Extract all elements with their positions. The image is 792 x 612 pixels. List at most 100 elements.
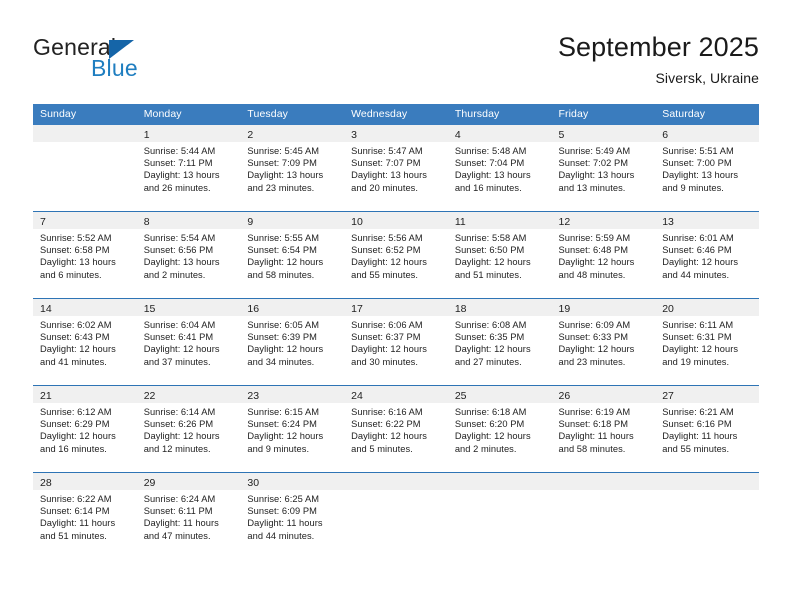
calendar-day-cell[interactable]: 17 Sunrise: 6:06 AM Sunset: 6:37 PM Dayligh… xyxy=(344,299,448,385)
day-number: 1 xyxy=(143,129,150,141)
calendar-day-cell[interactable]: 30 Sunrise: 6:25 AM Sunset: 6:09 PM Dayligh… xyxy=(240,473,345,559)
day-number: 15 xyxy=(143,303,156,315)
daylight-duration-line1: Daylight: 12 hours xyxy=(247,344,324,355)
calendar-day-cell[interactable]: 28 Sunrise: 6:22 AM Sunset: 6:14 PM Dayligh… xyxy=(33,473,137,559)
day-details: Sunrise: 5:59 AM Sunset: 6:48 PM Daylight:… xyxy=(552,229,656,281)
brand-logo[interactable]: General Blue xyxy=(33,34,273,90)
calendar-day-cell[interactable]: 10 Sunrise: 5:56 AM Sunset: 6:52 PM Dayligh… xyxy=(344,212,448,298)
daylight-duration-line2: and 16 minutes. xyxy=(40,443,107,454)
calendar-week-row: 28 Sunrise: 6:22 AM Sunset: 6:14 PM Dayligh… xyxy=(33,472,759,559)
daylight-duration-line2: and 51 minutes. xyxy=(40,530,107,541)
daylight-duration-line1: Daylight: 12 hours xyxy=(454,257,531,268)
calendar-day-cell[interactable]: 20 Sunrise: 6:11 AM Sunset: 6:31 PM Dayligh… xyxy=(655,299,759,385)
day-number-band: 28 xyxy=(33,473,137,490)
page-title: September 2025 xyxy=(557,32,759,62)
calendar-day-cell[interactable]: 3 Sunrise: 5:47 AM Sunset: 7:07 PM Daylight… xyxy=(344,125,448,211)
calendar-day-cell[interactable]: 27 Sunrise: 6:21 AM Sunset: 6:16 PM Dayligh… xyxy=(655,386,759,472)
calendar-day-cell[interactable]: 23 Sunrise: 6:15 AM Sunset: 6:24 PM Dayligh… xyxy=(240,386,345,472)
day-header-monday: Monday xyxy=(143,108,182,120)
calendar-day-cell[interactable]: 24 Sunrise: 6:16 AM Sunset: 6:22 PM Dayligh… xyxy=(344,386,448,472)
day-header-tuesday: Tuesday xyxy=(247,108,288,120)
sunrise-time: Sunrise: 6:08 AM xyxy=(454,320,527,330)
calendar-week-row: 7 Sunrise: 5:52 AM Sunset: 6:58 PM Daylight… xyxy=(33,211,759,298)
calendar-day-cell[interactable]: 29 Sunrise: 6:24 AM Sunset: 6:11 PM Dayligh… xyxy=(136,473,241,559)
daylight-duration-line2: and 41 minutes. xyxy=(40,356,107,367)
sunrise-time: Sunrise: 6:01 AM xyxy=(662,233,734,243)
day-details: Sunrise: 5:47 AM Sunset: 7:07 PM Daylight:… xyxy=(344,142,448,194)
daylight-duration-line1: Daylight: 13 hours xyxy=(247,170,324,181)
sunrise-time: Sunrise: 6:18 AM xyxy=(454,407,527,417)
calendar-day-cell[interactable]: 5 Sunrise: 5:49 AM Sunset: 7:02 PM Daylight… xyxy=(551,125,656,211)
daylight-duration-line2: and 23 minutes. xyxy=(558,356,626,367)
daylight-duration-line2: and 34 minutes. xyxy=(247,356,315,367)
calendar-day-cell[interactable]: 16 Sunrise: 6:05 AM Sunset: 6:39 PM Dayligh… xyxy=(240,299,345,385)
calendar-day-cell[interactable]: 12 Sunrise: 5:59 AM Sunset: 6:48 PM Dayligh… xyxy=(551,212,656,298)
calendar-day-cell[interactable]: 18 Sunrise: 6:08 AM Sunset: 6:35 PM Dayligh… xyxy=(447,299,552,385)
calendar-day-cell[interactable]: 6 Sunrise: 5:51 AM Sunset: 7:00 PM Daylight… xyxy=(655,125,759,211)
day-number-band: 8 xyxy=(136,212,241,229)
day-details: Sunrise: 5:55 AM Sunset: 6:54 PM Daylight:… xyxy=(240,229,344,281)
sunset-time: Sunset: 6:18 PM xyxy=(558,419,628,430)
day-number-band xyxy=(447,473,552,490)
calendar-day-cell[interactable]: 4 Sunrise: 5:48 AM Sunset: 7:04 PM Daylight… xyxy=(447,125,552,211)
sunrise-time: Sunrise: 6:16 AM xyxy=(351,407,423,417)
calendar-week-row: 21 Sunrise: 6:12 AM Sunset: 6:29 PM Dayligh… xyxy=(33,385,759,472)
day-number: 22 xyxy=(143,390,156,402)
calendar-day-cell[interactable]: 1 Sunrise: 5:44 AM Sunset: 7:11 PM Daylight… xyxy=(136,125,241,211)
day-number-band: 4 xyxy=(447,125,552,142)
daylight-duration-line1: Daylight: 13 hours xyxy=(454,170,531,181)
calendar-day-cell[interactable]: 8 Sunrise: 5:54 AM Sunset: 6:56 PM Daylight… xyxy=(136,212,241,298)
calendar-day-cell[interactable]: 13 Sunrise: 6:01 AM Sunset: 6:46 PM Dayligh… xyxy=(655,212,759,298)
daylight-duration-line1: Daylight: 12 hours xyxy=(351,344,427,355)
location-subtitle: Siversk, Ukraine xyxy=(655,70,759,86)
sunrise-time: Sunrise: 5:55 AM xyxy=(247,233,320,243)
calendar-day-cell[interactable]: 22 Sunrise: 6:14 AM Sunset: 6:26 PM Dayligh… xyxy=(136,386,241,472)
daylight-duration-line1: Daylight: 13 hours xyxy=(558,170,635,181)
calendar-day-cell[interactable]: 11 Sunrise: 5:58 AM Sunset: 6:50 PM Dayligh… xyxy=(447,212,552,298)
day-number-band: 21 xyxy=(33,386,137,403)
calendar-day-cell[interactable]: 19 Sunrise: 6:09 AM Sunset: 6:33 PM Dayligh… xyxy=(551,299,656,385)
day-details: Sunrise: 6:22 AM Sunset: 6:14 PM Daylight:… xyxy=(33,490,137,542)
sunset-time: Sunset: 6:26 PM xyxy=(143,419,214,430)
day-details: Sunrise: 5:52 AM Sunset: 6:58 PM Daylight:… xyxy=(33,229,137,281)
day-details: Sunrise: 5:44 AM Sunset: 7:11 PM Daylight:… xyxy=(137,142,241,194)
day-number-band: 12 xyxy=(551,212,656,229)
daylight-duration-line2: and 23 minutes. xyxy=(247,182,315,193)
day-number-band: 24 xyxy=(344,386,448,403)
daylight-duration-line1: Daylight: 12 hours xyxy=(662,257,739,268)
sunrise-time: Sunrise: 6:14 AM xyxy=(143,407,216,417)
sunset-time: Sunset: 6:33 PM xyxy=(558,332,628,343)
sunrise-time: Sunrise: 5:47 AM xyxy=(351,146,423,156)
day-header-sunday: Sunday xyxy=(40,108,77,120)
daylight-duration-line2: and 44 minutes. xyxy=(247,530,315,541)
day-details xyxy=(344,490,448,493)
daylight-duration-line1: Daylight: 12 hours xyxy=(558,344,635,355)
day-number: 16 xyxy=(247,303,260,315)
daylight-duration-line1: Daylight: 12 hours xyxy=(351,257,427,268)
day-details: Sunrise: 6:15 AM Sunset: 6:24 PM Daylight:… xyxy=(240,403,344,455)
brand-name-secondary: Blue xyxy=(91,55,138,81)
day-number-band: 29 xyxy=(136,473,241,490)
daylight-duration-line1: Daylight: 11 hours xyxy=(558,431,634,442)
day-number-band xyxy=(655,473,759,490)
calendar-day-cell[interactable]: 14 Sunrise: 6:02 AM Sunset: 6:43 PM Dayligh… xyxy=(33,299,137,385)
day-number-band: 18 xyxy=(447,299,552,316)
day-number: 26 xyxy=(558,390,571,402)
day-details: Sunrise: 6:04 AM Sunset: 6:41 PM Daylight:… xyxy=(137,316,241,368)
calendar-day-cell[interactable]: 25 Sunrise: 6:18 AM Sunset: 6:20 PM Dayligh… xyxy=(447,386,552,472)
calendar-day-cell[interactable]: 15 Sunrise: 6:04 AM Sunset: 6:41 PM Dayligh… xyxy=(136,299,241,385)
daylight-duration-line2: and 58 minutes. xyxy=(247,269,315,280)
calendar-week-row: 1 Sunrise: 5:44 AM Sunset: 7:11 PM Daylight… xyxy=(33,125,759,211)
calendar-day-cell[interactable]: 7 Sunrise: 5:52 AM Sunset: 6:58 PM Daylight… xyxy=(33,212,137,298)
calendar-day-cell[interactable]: 26 Sunrise: 6:19 AM Sunset: 6:18 PM Dayligh… xyxy=(551,386,656,472)
daylight-duration-line2: and 13 minutes. xyxy=(558,182,626,193)
day-number: 11 xyxy=(454,216,466,228)
day-number: 19 xyxy=(558,303,571,315)
calendar-day-cell[interactable]: 9 Sunrise: 5:55 AM Sunset: 6:54 PM Daylight… xyxy=(240,212,345,298)
sunset-time: Sunset: 7:02 PM xyxy=(558,158,628,169)
calendar-day-cell[interactable]: 2 Sunrise: 5:45 AM Sunset: 7:09 PM Daylight… xyxy=(240,125,345,211)
calendar-day-cell[interactable]: 21 Sunrise: 6:12 AM Sunset: 6:29 PM Dayligh… xyxy=(33,386,137,472)
daylight-duration-line2: and 12 minutes. xyxy=(143,443,211,454)
daylight-duration-line2: and 44 minutes. xyxy=(662,269,730,280)
sunset-time: Sunset: 6:39 PM xyxy=(247,332,317,343)
